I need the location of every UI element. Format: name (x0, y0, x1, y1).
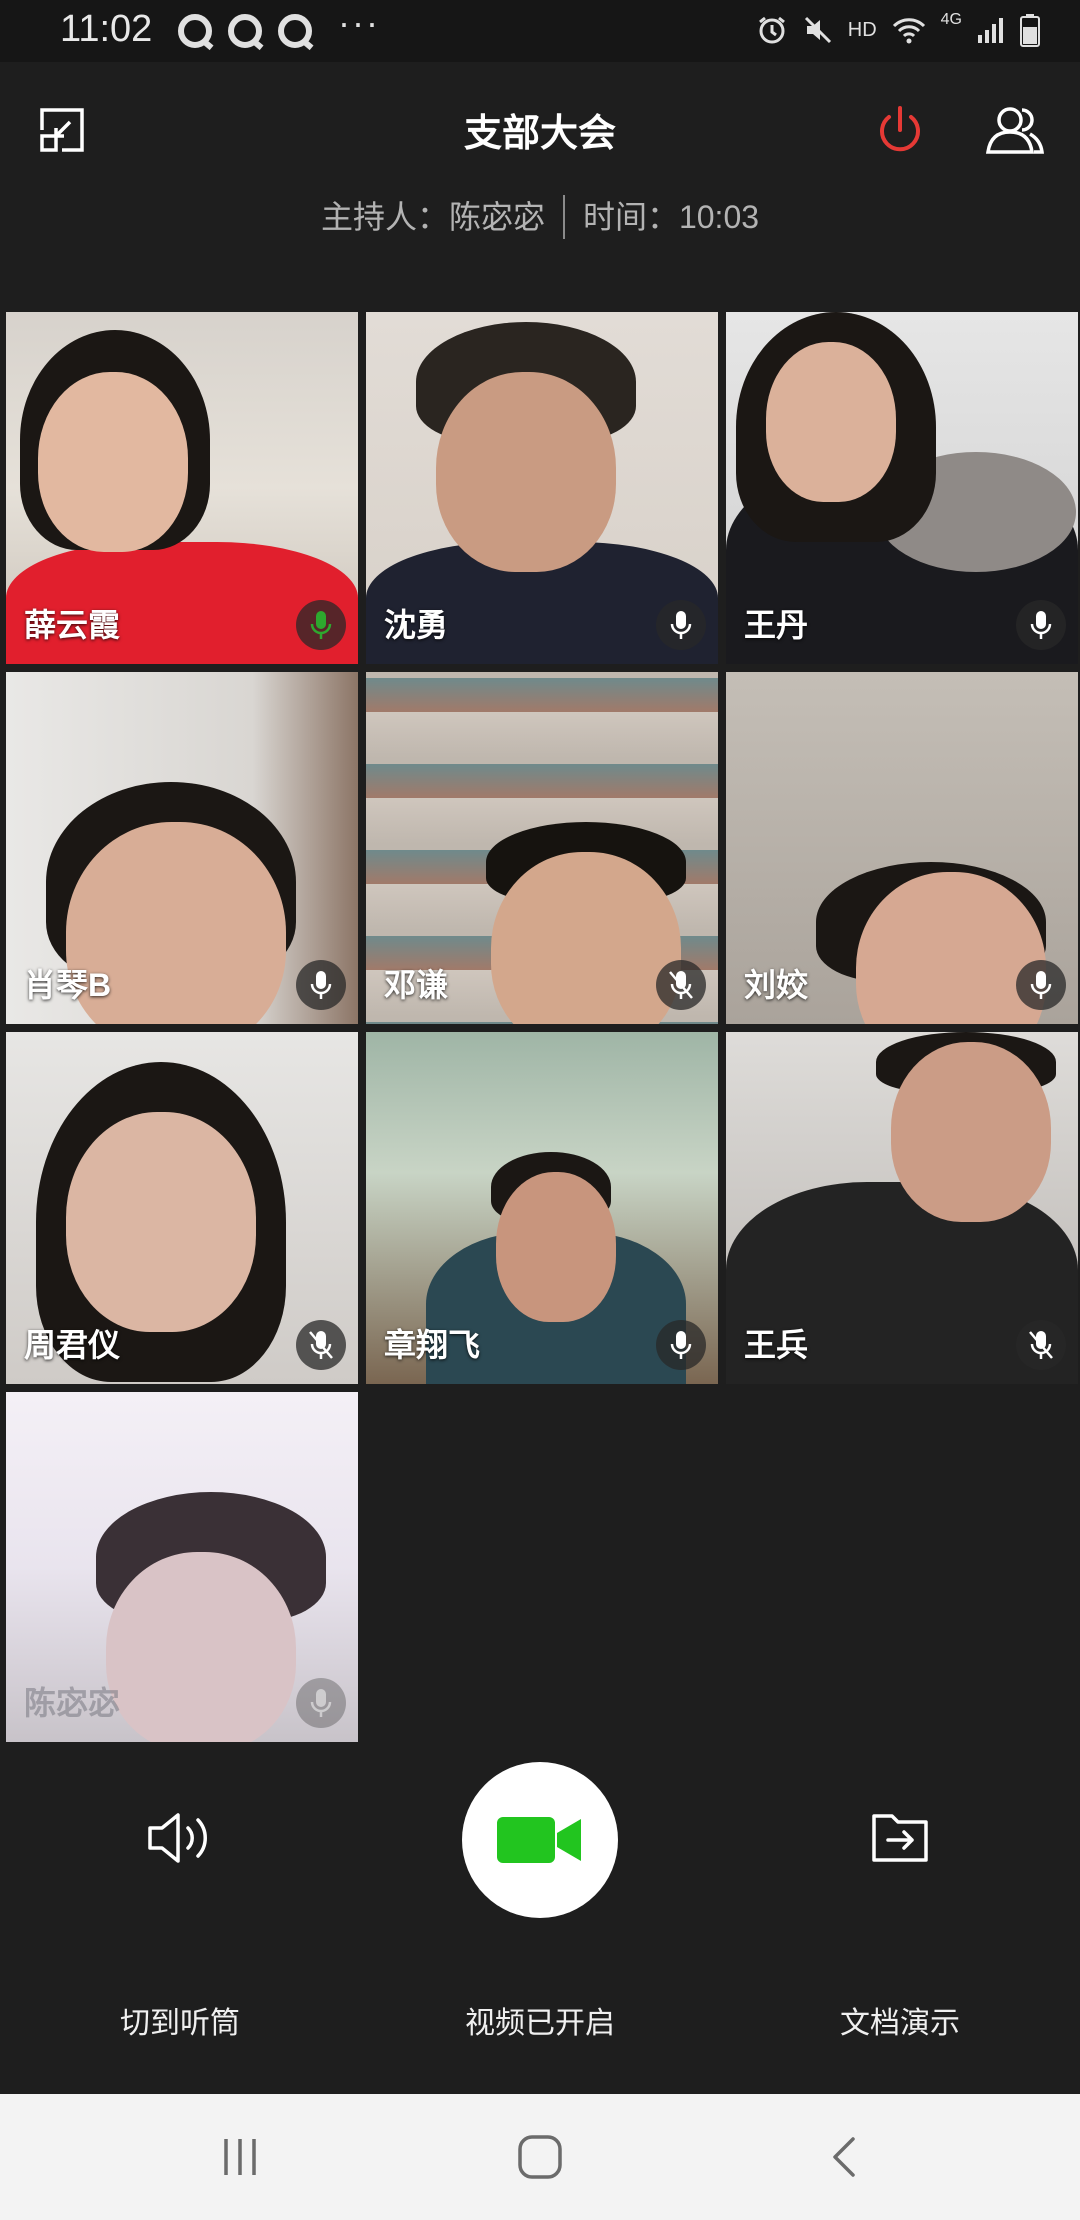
participant-name: 刘姣 (744, 967, 809, 1003)
alarm-icon (758, 16, 785, 44)
home-button[interactable] (510, 2130, 570, 2184)
host-name: 主持人：陈宓宓 (320, 199, 545, 235)
recent-apps-icon (224, 2139, 256, 2175)
mic-icon (656, 600, 706, 650)
participant-name: 王丹 (744, 607, 809, 643)
participant-tile[interactable]: 章翔飞 (366, 1032, 718, 1384)
mic-icon (296, 1678, 346, 1728)
wifi-icon (892, 18, 925, 44)
participant-name: 王兵 (744, 1327, 809, 1363)
more-notifications-icon: ··· (338, 2, 380, 43)
qq-notification-icon (178, 14, 212, 48)
muted-mic-icon (296, 1320, 346, 1370)
doc-label: 文档演示 (840, 2007, 960, 2040)
status-bar: 11:02 ··· HD 4G (0, 0, 1080, 62)
participant-name: 邓谦 (384, 967, 449, 1003)
participant-tile[interactable]: 薛云霞 (6, 312, 358, 664)
muted-mic-icon (656, 960, 706, 1010)
back-button[interactable] (814, 2130, 874, 2184)
signal-label: 4G (940, 11, 962, 28)
speaker-label: 切到听筒 (120, 2007, 240, 2040)
muted-mic-icon (1016, 1320, 1066, 1370)
home-icon (518, 2135, 562, 2179)
battery-icon (1020, 14, 1040, 47)
video-label: 视频已开启 (465, 2007, 615, 2040)
system-nav-bar (0, 2094, 1080, 2220)
video-toggle-circle[interactable] (462, 1762, 618, 1918)
qq-notification-icon (278, 14, 312, 48)
host-info: 主持人：陈宓宓 时间：10:03 (0, 192, 1080, 242)
meeting-header: 支部大会 主持人：陈宓宓 时间：10:03 (0, 62, 1080, 312)
speaker-icon (148, 1813, 207, 1863)
leave-meeting-icon[interactable] (870, 100, 930, 160)
mute-icon (804, 16, 831, 44)
mic-icon (1016, 960, 1066, 1010)
mic-icon (296, 960, 346, 1010)
participant-tile[interactable]: 肖琴B (6, 672, 358, 1024)
participant-tile[interactable]: 沈勇 (366, 312, 718, 664)
participant-tile-self[interactable]: 陈宓宓 (6, 1392, 358, 1742)
meeting-time: 时间：10:03 (582, 199, 760, 235)
status-icons: HD 4G (756, 10, 1040, 50)
participant-tile[interactable]: 王丹 (726, 312, 1078, 664)
speaking-mic-icon (296, 600, 346, 650)
participant-name: 章翔飞 (384, 1327, 481, 1363)
signal-icon (978, 18, 1003, 43)
hd-label: HD (847, 18, 877, 41)
participant-tile[interactable]: 周君仪 (6, 1032, 358, 1384)
meeting-controls: 切到听筒 视频已开启 文档演示 (0, 1760, 1080, 2092)
divider (562, 194, 565, 239)
mic-icon (656, 1320, 706, 1370)
video-camera-icon (497, 1817, 581, 1863)
mic-icon (1016, 600, 1066, 650)
back-icon (833, 2137, 855, 2177)
document-share-icon (872, 1814, 928, 1862)
participant-tile[interactable]: 邓谦 (366, 672, 718, 1024)
participant-tile[interactable]: 刘姣 (726, 672, 1078, 1024)
participant-name: 沈勇 (384, 607, 449, 643)
participant-name: 肖琴B (24, 967, 112, 1003)
participant-name: 薛云霞 (24, 607, 121, 643)
recent-apps-button[interactable] (210, 2130, 270, 2184)
qq-notification-icon (228, 14, 262, 48)
status-time: 11:02 (60, 8, 153, 50)
participant-name: 陈宓宓 (24, 1685, 121, 1721)
participant-tile[interactable]: 王兵 (726, 1032, 1078, 1384)
participants-icon[interactable] (984, 100, 1044, 160)
participant-name: 周君仪 (24, 1327, 121, 1363)
